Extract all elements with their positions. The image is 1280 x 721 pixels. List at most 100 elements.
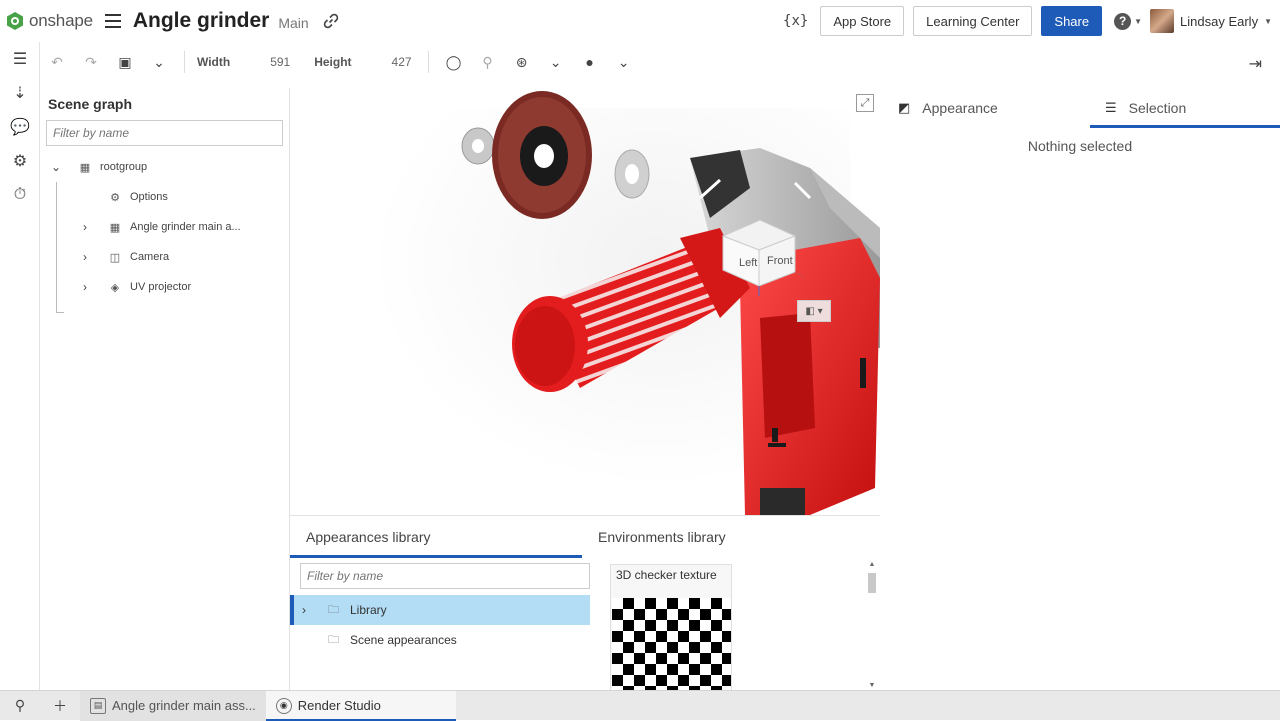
tab-selection[interactable]: ☰ Selection — [1080, 88, 1280, 128]
variables-icon[interactable]: {x} — [783, 13, 808, 29]
tree-item-rootgroup[interactable]: ⌄ ▦ rootgroup — [40, 152, 289, 182]
scroll-thumb[interactable] — [868, 573, 876, 593]
sphere-light-icon[interactable]: ◯ — [437, 45, 471, 79]
save-icon[interactable]: ▣ — [108, 45, 142, 79]
tree-guide-end — [56, 312, 64, 313]
environment-label: 3D checker texture — [616, 568, 717, 582]
user-name[interactable]: Lindsay Early — [1180, 14, 1258, 29]
add-tab-icon[interactable]: ＋ — [40, 691, 80, 721]
libraries-panel: Appearances library Environments library… — [290, 515, 880, 692]
width-field[interactable]: 591 — [230, 55, 290, 69]
help-icon[interactable]: ? — [1114, 12, 1132, 30]
tab-appearance[interactable]: ◩ Appearance — [880, 88, 1080, 128]
toolbar-divider — [184, 51, 185, 73]
toolbar-divider — [427, 51, 429, 73]
cube-face-front[interactable]: Front — [767, 255, 793, 267]
scroll-up-icon[interactable]: ▲ — [866, 561, 878, 568]
parts-icon[interactable]: ⚙ — [0, 144, 40, 178]
share-button[interactable]: Share — [1041, 6, 1103, 36]
learning-center-button[interactable]: Learning Center — [913, 6, 1033, 36]
scene-tree: ⌄ ▦ rootgroup ⚙ Options › ▦ Angle grinde… — [40, 152, 289, 313]
chevron-right-icon[interactable]: › — [78, 280, 92, 294]
avatar[interactable] — [1150, 9, 1175, 33]
tree-item-options[interactable]: ⚙ Options — [40, 182, 289, 212]
tree-item-label: Options — [130, 191, 168, 203]
fullscreen-icon[interactable]: ⤢ — [856, 94, 874, 112]
info-dropdown-icon[interactable]: ⌄ — [607, 45, 641, 79]
help-dropdown-icon[interactable]: ▼ — [1134, 17, 1142, 26]
document-tab-bar: ⚲ ＋ ▤ Angle grinder main ass... ◉ Render… — [0, 690, 1280, 721]
info-icon[interactable]: ● — [573, 45, 607, 79]
top-bar: onshape Angle grinder Main {x} App Store… — [0, 0, 1280, 42]
library-folder-library[interactable]: › 🗀 Library — [290, 595, 590, 625]
onshape-logo-icon — [7, 12, 23, 30]
tab-environments-library[interactable]: Environments library — [582, 516, 874, 558]
main-menu-icon[interactable] — [104, 14, 121, 28]
history-icon[interactable]: ⏱ — [0, 178, 40, 212]
onshape-logo[interactable]: onshape — [6, 11, 93, 31]
save-dropdown-icon[interactable]: ⌄ — [142, 45, 176, 79]
view-cube[interactable]: Left Front — [715, 206, 805, 296]
exit-icon[interactable]: ⇥ — [1249, 54, 1262, 74]
scroll-down-icon[interactable]: ▼ — [866, 682, 878, 689]
library-filter-input[interactable] — [300, 563, 590, 589]
scene-graph-panel: Scene graph ⌄ ▦ rootgroup ⚙ Options › ▦ … — [40, 88, 290, 690]
render-dropdown-icon[interactable]: ⌄ — [539, 45, 573, 79]
view-mode-dropdown[interactable]: ◧ ▾ — [797, 300, 831, 322]
cube-face-left[interactable]: Left — [739, 257, 757, 269]
document-title[interactable]: Angle grinder — [133, 9, 270, 33]
link-icon[interactable] — [323, 13, 339, 29]
appearance-icon: ◩ — [898, 100, 911, 115]
tab-appearances-library[interactable]: Appearances library — [290, 516, 582, 558]
chevron-right-icon[interactable]: › — [78, 250, 92, 264]
empty-selection-message: Nothing selected — [1027, 138, 1133, 154]
user-menu-dropdown-icon[interactable]: ▼ — [1264, 17, 1272, 26]
tab-assembly[interactable]: ▤ Angle grinder main ass... — [80, 690, 266, 721]
left-rail: ☰ ⇣ 💬 ⚙ ⏱ — [0, 42, 40, 690]
width-label: Width — [197, 55, 231, 69]
height-field[interactable]: 427 — [352, 55, 412, 69]
chevron-down-icon[interactable]: ⌄ — [49, 160, 63, 174]
chevron-right-icon[interactable]: › — [302, 603, 306, 617]
gear-icon: ⚙ — [110, 191, 120, 204]
scene-filter-input[interactable] — [46, 120, 283, 146]
list-icon: ☰ — [1105, 100, 1117, 115]
undo-icon[interactable]: ↶ — [40, 45, 74, 79]
render-viewport[interactable]: Left Front ◧ ▾ ⤢ — [290, 88, 880, 515]
app-store-button[interactable]: App Store — [820, 6, 905, 36]
tree-item-label: UV projector — [130, 281, 192, 293]
tree-item-uv-projector[interactable]: › ◈ UV projector — [40, 272, 289, 302]
tab-label: Selection — [1128, 100, 1187, 116]
location-pin-icon[interactable]: ⚲ — [471, 45, 505, 79]
folder-icon: 🗀 — [328, 603, 339, 616]
library-folder-scene-appearances[interactable]: 🗀 Scene appearances — [290, 625, 590, 655]
comments-icon[interactable]: 💬 — [0, 110, 40, 144]
cube-icon: ◈ — [110, 281, 120, 294]
render-camera-icon[interactable]: ⊛ — [505, 45, 539, 79]
document-branch: Main — [278, 14, 309, 31]
tree-item-assembly[interactable]: › ▦ Angle grinder main a... — [40, 212, 289, 242]
tab-label: Angle grinder main ass... — [112, 698, 256, 713]
tab-manager-icon[interactable]: ⚲ — [0, 691, 40, 721]
chevron-right-icon[interactable]: › — [78, 220, 92, 234]
tab-label: Appearance — [922, 100, 998, 116]
insert-icon[interactable]: ⇣ — [0, 76, 40, 110]
height-label: Height — [314, 55, 352, 69]
assembly-icon: ▤ — [90, 697, 106, 714]
checker-texture-thumbnail — [612, 598, 731, 691]
grid-icon: ▦ — [109, 221, 121, 234]
tree-item-label: Angle grinder main a... — [130, 221, 241, 233]
folder-icon: 🗀 — [328, 633, 339, 646]
properties-tabs: ◩ Appearance ☰ Selection — [880, 88, 1280, 128]
tree-item-camera[interactable]: › ◫ Camera — [40, 242, 289, 272]
folder-label: Scene appearances — [350, 633, 457, 647]
grid-icon: ▦ — [79, 161, 91, 174]
feature-list-icon[interactable]: ☰ — [0, 42, 40, 76]
scene-graph-title: Scene graph — [48, 96, 133, 112]
angle-grinder-model[interactable] — [290, 88, 880, 515]
redo-icon[interactable]: ↷ — [74, 45, 108, 79]
tab-render-studio[interactable]: ◉ Render Studio — [265, 690, 456, 721]
environment-card[interactable]: 3D checker texture — [610, 564, 732, 692]
tab-label: Render Studio — [297, 698, 381, 713]
library-scrollbar[interactable]: ▲ ▼ — [866, 561, 878, 689]
